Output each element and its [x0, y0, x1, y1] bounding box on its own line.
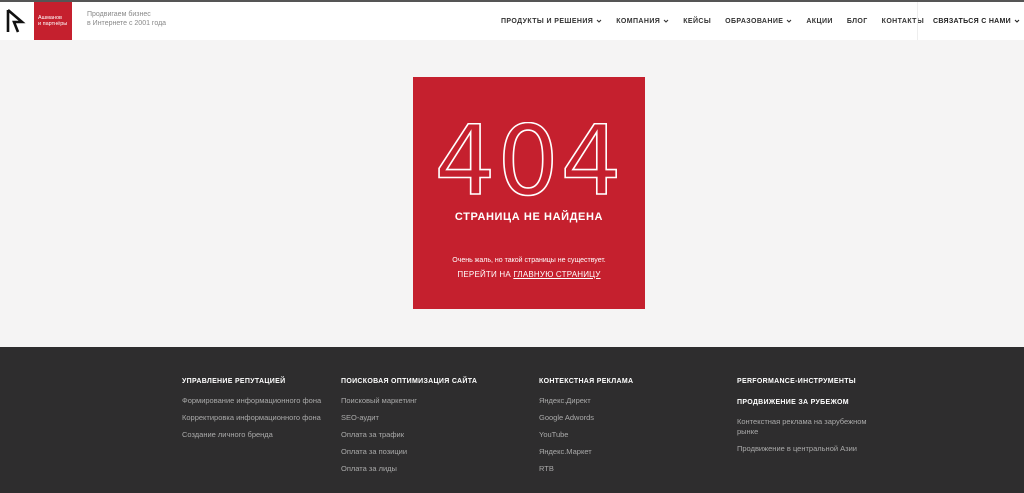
nav-education-label: ОБРАЗОВАНИЕ: [725, 17, 784, 25]
footer-col-context-ads: КОНТЕКСТНАЯ РЕКЛАМА Яндекс.Директ Google…: [539, 378, 679, 481]
goto-home-line: ПЕРЕЙТИ НА ГЛАВНУЮ СТРАНИЦУ: [413, 270, 645, 279]
footer-heading[interactable]: PERFORMANCE-ИНСТРУМЕНТЫ: [737, 378, 887, 385]
tagline-line-2: в Интернете с 2001 года: [87, 20, 167, 27]
nav-company[interactable]: КОМПАНИЯ: [616, 18, 669, 25]
logo-line-1: Ашманов: [38, 15, 62, 21]
nav-promotions[interactable]: АКЦИИ: [806, 18, 833, 25]
goto-prefix: ПЕРЕЙТИ НА: [457, 270, 514, 279]
logo-badge[interactable]: Ашманов и партнёры: [34, 2, 72, 40]
chevron-down-icon: [1014, 19, 1020, 23]
footer-col-reputation: УПРАВЛЕНИЕ РЕПУТАЦИЕЙ Формирование инфор…: [182, 378, 322, 447]
footer-link[interactable]: SEO-аудит: [341, 413, 481, 423]
footer-link[interactable]: Google Adwords: [539, 413, 679, 423]
footer-link[interactable]: Оплата за лиды: [341, 464, 481, 474]
contact-area: СВЯЗАТЬСЯ С НАМИ: [917, 2, 1024, 40]
error-title: СТРАНИЦА НЕ НАЙДЕНА: [454, 211, 604, 223]
footer-link[interactable]: Контекстная реклама на зарубежном рынке: [737, 417, 887, 437]
footer-link[interactable]: Продвижение в центральной Азии: [737, 444, 887, 454]
nav-cases[interactable]: КЕЙСЫ: [683, 18, 711, 25]
footer-heading[interactable]: ПРОДВИЖЕНИЕ ЗА РУБЕЖОМ: [737, 399, 887, 406]
footer-col-seo: ПОИСКОВАЯ ОПТИМИЗАЦИЯ САЙТА Поисковый ма…: [341, 378, 481, 481]
footer-link[interactable]: Корректировка информационного фона: [182, 413, 322, 423]
nav-products[interactable]: ПРОДУКТЫ И РЕШЕНИЯ: [501, 18, 602, 25]
footer-link[interactable]: Формирование информационного фона: [182, 396, 322, 406]
footer-link[interactable]: Поисковый маркетинг: [341, 396, 481, 406]
nav-blog-label: БЛОГ: [846, 17, 868, 25]
chevron-down-icon: [596, 19, 602, 23]
footer-heading: УПРАВЛЕНИЕ РЕПУТАЦИЕЙ: [182, 378, 286, 385]
footer-heading: КОНТЕКСТНАЯ РЕКЛАМА: [539, 378, 634, 385]
tagline: Продвигаем бизнес в Интернете с 2001 год…: [87, 10, 166, 28]
footer-heading: ПОИСКОВАЯ ОПТИМИЗАЦИЯ САЙТА: [341, 378, 478, 385]
footer-link[interactable]: Создание личного бренда: [182, 430, 322, 440]
logo-line-2: и партнёры: [38, 21, 68, 27]
footer-link[interactable]: YouTube: [539, 430, 679, 440]
chevron-down-icon: [663, 19, 669, 23]
nav-blog[interactable]: БЛОГ: [847, 18, 868, 25]
nav-education[interactable]: ОБРАЗОВАНИЕ: [725, 18, 792, 25]
footer-link[interactable]: RTB: [539, 464, 679, 474]
footer-link[interactable]: Яндекс.Маркет: [539, 447, 679, 457]
tagline-line-1: Продвигаем бизнес: [87, 11, 151, 18]
contact-us-button[interactable]: СВЯЗАТЬСЯ С НАМИ: [933, 18, 1020, 25]
error-message: Очень жаль, но такой страницы не существ…: [452, 257, 606, 264]
error-block: 404 СТРАНИЦА НЕ НАЙДЕНА Очень жаль, но т…: [413, 77, 645, 309]
footer-link[interactable]: Оплата за позиции: [341, 447, 481, 457]
home-page-link[interactable]: ГЛАВНУЮ СТРАНИЦУ: [513, 270, 600, 279]
nav-company-label: КОМПАНИЯ: [616, 17, 661, 25]
nav-promotions-label: АКЦИИ: [806, 17, 833, 25]
error-code-graphic: 404: [434, 122, 623, 198]
site-header: Ашманов и партнёры Продвигаем бизнес в И…: [0, 2, 1024, 40]
error-code: 404: [434, 122, 623, 198]
site-footer: УПРАВЛЕНИЕ РЕПУТАЦИЕЙ Формирование инфор…: [0, 347, 1024, 493]
nav-products-label: ПРОДУКТЫ И РЕШЕНИЯ: [501, 17, 594, 25]
chevron-down-icon: [786, 19, 792, 23]
footer-link[interactable]: Оплата за трафик: [341, 430, 481, 440]
footer-col-performance: PERFORMANCE-ИНСТРУМЕНТЫ ПРОДВИЖЕНИЕ ЗА Р…: [737, 378, 887, 461]
nav-cases-label: КЕЙСЫ: [683, 17, 712, 25]
logo-arrow-icon[interactable]: [6, 8, 26, 34]
contact-us-label: СВЯЗАТЬСЯ С НАМИ: [933, 17, 1011, 25]
footer-link[interactable]: Яндекс.Директ: [539, 396, 679, 406]
main-nav: ПРОДУКТЫ И РЕШЕНИЯ КОМПАНИЯ КЕЙСЫ ОБРАЗО…: [501, 2, 938, 40]
